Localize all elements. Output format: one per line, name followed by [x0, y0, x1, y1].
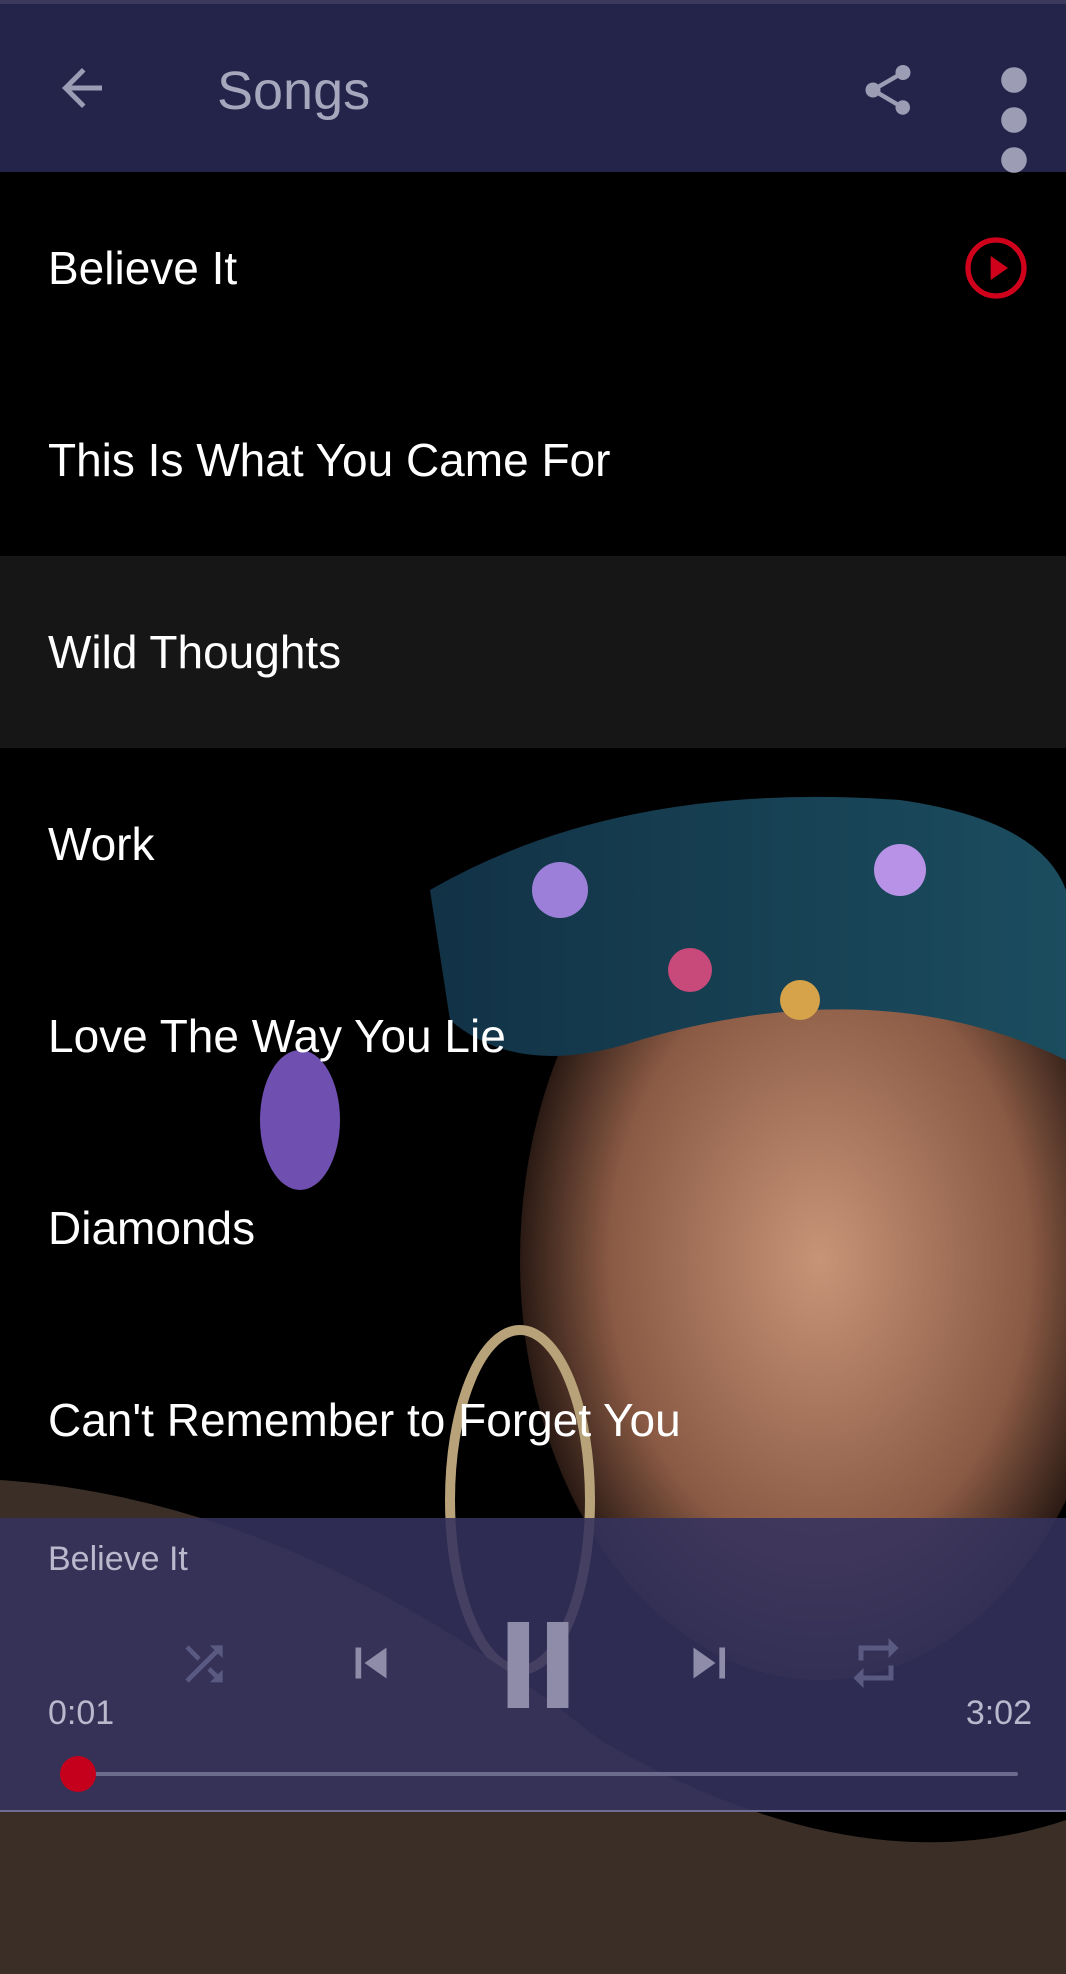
page-title: Songs [217, 61, 371, 121]
song-row[interactable]: This Is What You Came For [0, 364, 1066, 556]
song-row[interactable]: Love The Way You Lie [0, 940, 1066, 1132]
skip-next-icon[interactable] [678, 1632, 740, 1694]
song-title: Wild Thoughts [48, 626, 342, 678]
song-title: Believe It [48, 242, 238, 294]
pause-icon[interactable] [500, 1622, 576, 1708]
song-row[interactable]: Work [0, 748, 1066, 940]
total-time: 3:02 [965, 1694, 1032, 1732]
song-title: This Is What You Came For [48, 434, 611, 486]
seek-bar[interactable] [59, 1756, 1018, 1792]
song-row[interactable]: Believe It [0, 172, 1066, 364]
repeat-icon[interactable] [846, 1632, 906, 1694]
play-circle-icon[interactable] [964, 236, 1028, 300]
song-row[interactable]: Wild Thoughts [0, 556, 1066, 748]
song-title: Love The Way You Lie [48, 1010, 506, 1062]
shuffle-icon[interactable] [176, 1636, 232, 1692]
song-list: Believe It This Is What You Came For Wil… [0, 172, 1066, 1516]
more-vert-icon[interactable] [994, 64, 1034, 173]
current-time: 0:01 [48, 1694, 115, 1732]
seek-thumb[interactable] [59, 1756, 96, 1792]
song-title: Can't Remember to Forget You [48, 1394, 681, 1446]
arrow-left-icon[interactable] [52, 58, 112, 118]
app-bar: Songs [0, 0, 1066, 173]
player-panel: Believe It 0:01 3:02 [0, 1518, 1066, 1812]
song-row[interactable]: Can't Remember to Forget You [0, 1324, 1066, 1516]
song-row[interactable]: Diamonds [0, 1132, 1066, 1324]
share-icon[interactable] [858, 60, 918, 124]
now-playing-title: Believe It [48, 1540, 188, 1578]
song-title: Diamonds [48, 1202, 256, 1254]
song-title: Work [48, 818, 155, 870]
skip-previous-icon[interactable] [340, 1632, 402, 1694]
